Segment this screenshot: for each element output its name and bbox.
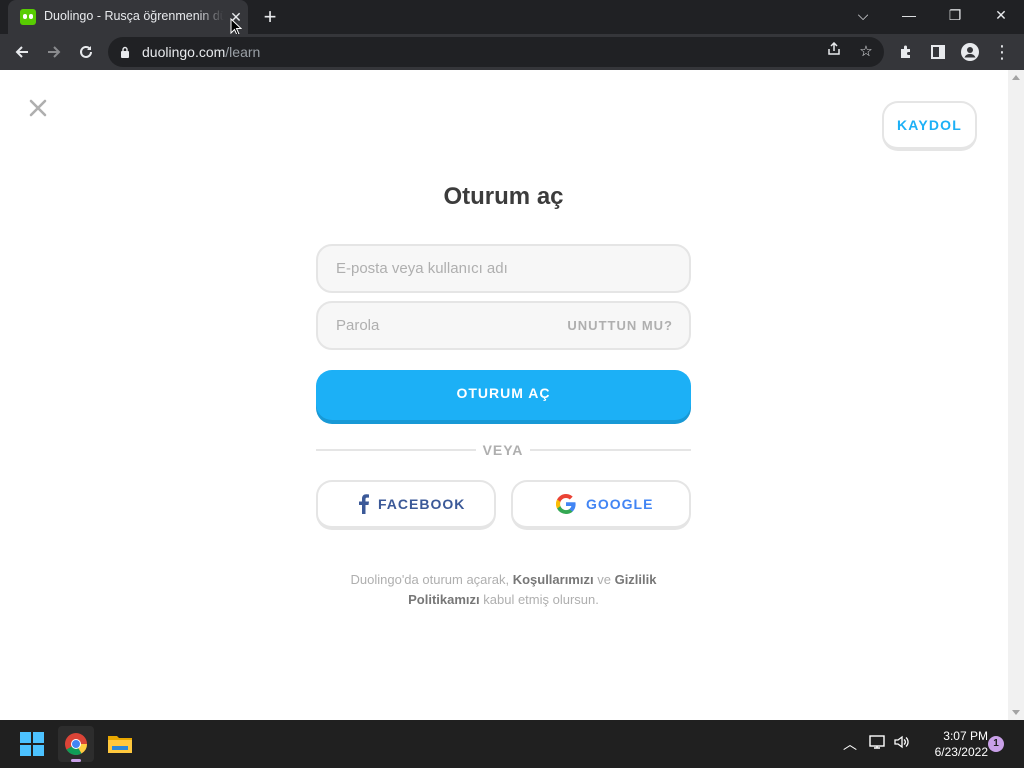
terms-part1: Duolingo'da oturum açarak,: [350, 572, 513, 587]
page-title: Oturum aç: [443, 183, 564, 210]
notification-badge[interactable]: 1: [988, 736, 1004, 752]
back-arrow-icon[interactable]: [8, 38, 36, 66]
facebook-label: FACEBOOK: [378, 496, 466, 512]
url-domain: duolingo.com: [142, 44, 226, 60]
email-field[interactable]: E-posta veya kullanıcı adı: [316, 244, 691, 293]
share-icon[interactable]: [824, 41, 844, 62]
clock-date: 6/23/2022: [934, 745, 988, 759]
window-close-button[interactable]: ✕: [978, 0, 1024, 32]
restore-button[interactable]: ❐: [932, 0, 978, 32]
or-divider-label: VEYA: [482, 442, 524, 458]
volume-icon[interactable]: [892, 734, 912, 754]
forward-arrow-icon[interactable]: [40, 38, 68, 66]
tab-search-chevron-icon[interactable]: ⌵: [840, 0, 886, 32]
signup-button[interactable]: KAYDOL: [882, 101, 977, 151]
browser-toolbar: duolingo.com/learn ☆ ⋮: [0, 34, 1024, 70]
google-icon: [556, 494, 576, 514]
lock-icon[interactable]: [120, 46, 130, 58]
chrome-taskbar-icon[interactable]: [58, 726, 94, 762]
system-clock[interactable]: 3:07 PM 6/23/2022: [918, 728, 988, 760]
google-login-button[interactable]: GOOGLE: [511, 480, 691, 530]
email-placeholder: E-posta veya kullanıcı adı: [336, 260, 508, 277]
url-text[interactable]: duolingo.com/learn: [142, 44, 260, 60]
profile-avatar-icon[interactable]: [956, 38, 984, 66]
terms-part3: kabul etmiş olursun.: [479, 592, 599, 607]
clock-time: 3:07 PM: [943, 729, 988, 743]
close-icon[interactable]: [26, 96, 50, 120]
facebook-login-button[interactable]: FACEBOOK: [316, 480, 496, 530]
windows-start-icon[interactable]: [14, 726, 50, 762]
minimize-button[interactable]: —: [886, 0, 932, 32]
new-tab-button[interactable]: +: [258, 5, 282, 29]
active-tab[interactable]: Duolingo - Rusça öğrenmenin dünyadaki en…: [8, 0, 248, 34]
address-bar[interactable]: duolingo.com/learn ☆: [108, 37, 884, 67]
terms-text: Duolingo'da oturum açarak, Koşullarımızı…: [316, 570, 691, 610]
divider-right: [530, 449, 691, 451]
extensions-puzzle-icon[interactable]: [892, 38, 920, 66]
facebook-icon: [359, 494, 369, 514]
google-label: GOOGLE: [586, 496, 654, 512]
terms-part2: ve: [593, 572, 615, 587]
password-field[interactable]: Parola UNUTTUN MU?: [316, 301, 691, 350]
tab-title: Duolingo - Rusça öğrenmenin dünyadaki en…: [44, 9, 224, 23]
file-explorer-icon[interactable]: [102, 726, 138, 762]
reload-icon[interactable]: [72, 38, 100, 66]
scroll-down-arrow-icon[interactable]: [1012, 710, 1020, 715]
login-button[interactable]: OTURUM AÇ: [316, 370, 691, 420]
page-scrollbar[interactable]: [1008, 70, 1024, 720]
password-placeholder: Parola: [336, 317, 380, 334]
login-page: KAYDOL Oturum aç E-posta veya kullanıcı …: [0, 70, 1008, 720]
network-icon[interactable]: [868, 734, 888, 754]
side-panel-icon[interactable]: [924, 38, 952, 66]
show-hidden-icons-chevron-icon[interactable]: ︿: [840, 734, 860, 754]
forgot-password-link[interactable]: UNUTTUN MU?: [567, 318, 673, 333]
tab-strip: Duolingo - Rusça öğrenmenin dünyadaki en…: [0, 0, 1024, 36]
divider-left: [316, 449, 476, 451]
windows-taskbar: ︿ 3:07 PM 6/23/2022 1: [0, 720, 1024, 768]
scroll-up-arrow-icon[interactable]: [1012, 75, 1020, 80]
terms-link[interactable]: Koşullarımızı: [513, 572, 594, 587]
chrome-menu-kebab-icon[interactable]: ⋮: [988, 38, 1016, 66]
url-path: /learn: [225, 44, 261, 60]
duolingo-favicon-icon: [20, 9, 36, 25]
bookmark-star-icon[interactable]: ☆: [856, 42, 876, 62]
